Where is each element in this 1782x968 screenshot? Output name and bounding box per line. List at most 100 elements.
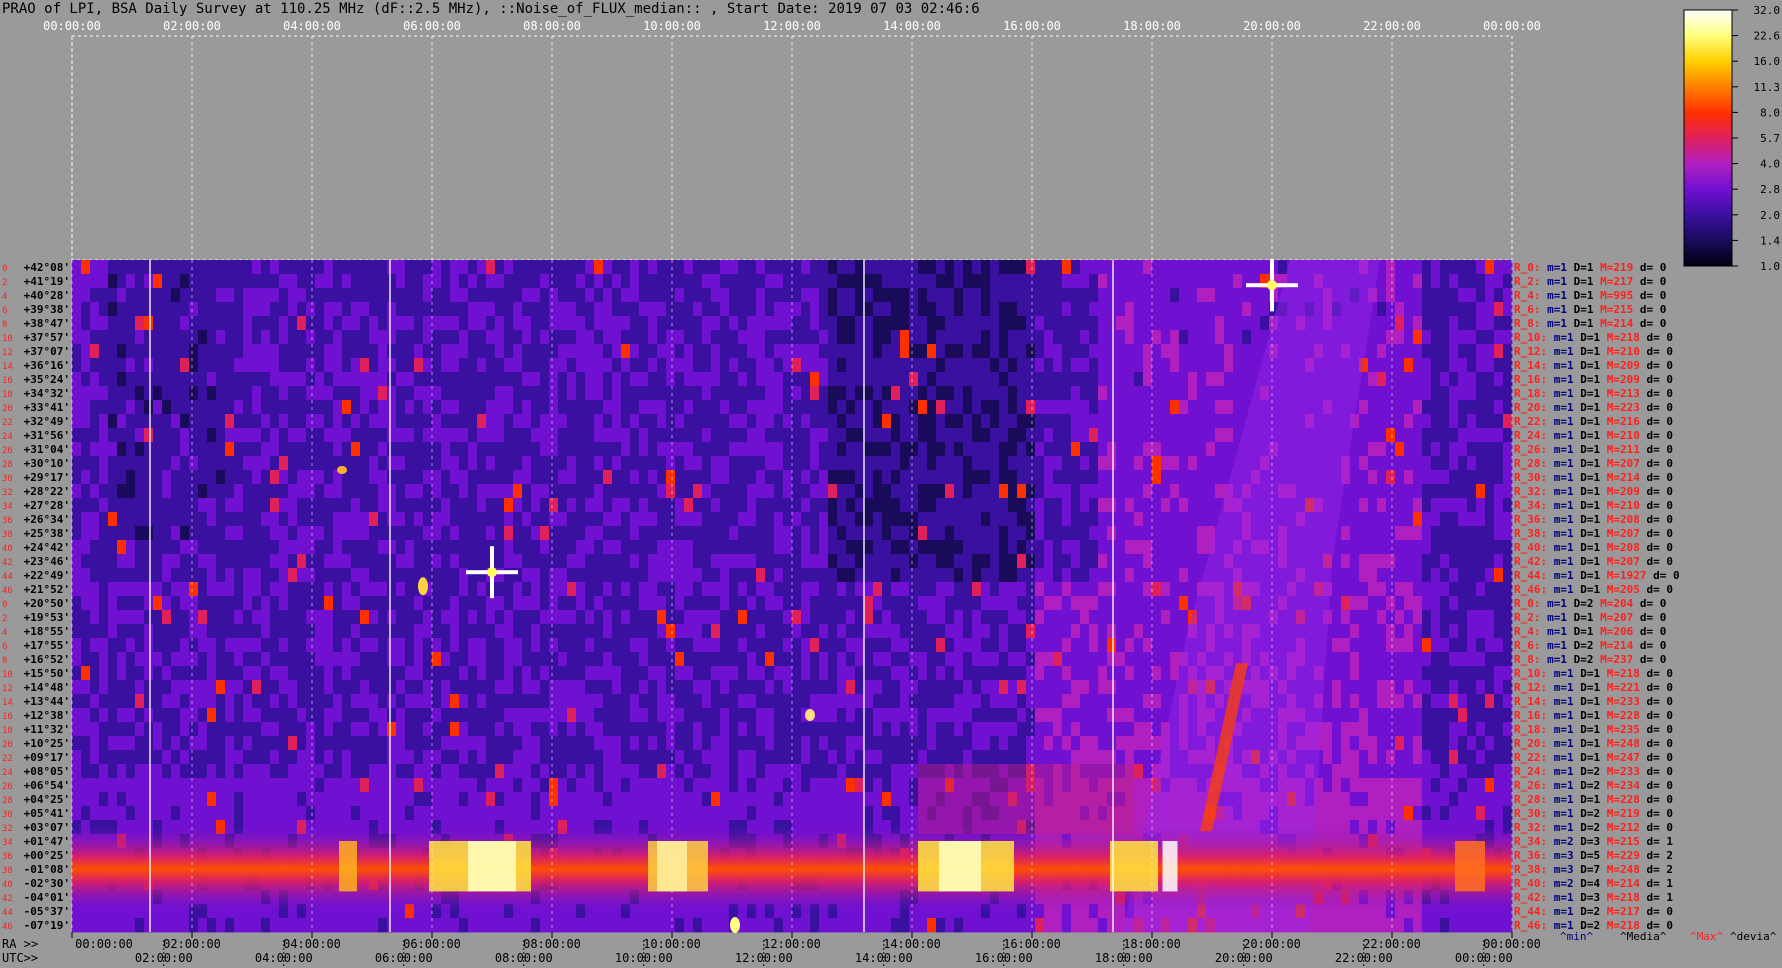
- heatmap-cell: [243, 624, 253, 639]
- heatmap-cell: [1053, 596, 1063, 611]
- heatmap-cell: [342, 316, 352, 331]
- heatmap-cell: [207, 344, 217, 359]
- heatmap-cell: [558, 372, 568, 387]
- heatmap-cell: [1080, 470, 1090, 485]
- heatmap-cell: [1143, 582, 1153, 597]
- heatmap-cell: [522, 274, 532, 289]
- heatmap-cell: [216, 344, 226, 359]
- heatmap-cell: [945, 344, 955, 359]
- heatmap-cell: [1449, 414, 1459, 429]
- heatmap-cell: [828, 596, 838, 611]
- heatmap-cell: [243, 260, 253, 275]
- heatmap-cell: [396, 470, 406, 485]
- heatmap-cell: [1017, 652, 1027, 667]
- heatmap-cell: [819, 414, 829, 429]
- heatmap-cell: [1080, 372, 1090, 387]
- heatmap-cell: [621, 610, 631, 625]
- heatmap-cell: [1080, 302, 1090, 317]
- heatmap-cell: [1476, 442, 1486, 457]
- heatmap-cell: [945, 428, 955, 443]
- heatmap-cell: [108, 596, 118, 611]
- heatmap-cell: [1143, 596, 1153, 611]
- heatmap-cell: [891, 596, 901, 611]
- heatmap-cell: [207, 526, 217, 541]
- heatmap-cell: [756, 428, 766, 443]
- heatmap-cell: [927, 512, 937, 527]
- heatmap-cell: [162, 624, 172, 639]
- heatmap-cell: [81, 358, 91, 373]
- heatmap-cell: [909, 610, 919, 625]
- heatmap-cell: [441, 344, 451, 359]
- heatmap-cell: [720, 274, 730, 289]
- heatmap-cell: [1503, 456, 1513, 471]
- heatmap-cell: [765, 596, 775, 611]
- heatmap-cell: [747, 568, 757, 583]
- heatmap-cell: [720, 568, 730, 583]
- heatmap-cell: [891, 260, 901, 275]
- heatmap-cell: [324, 498, 334, 513]
- heatmap-cell: [693, 316, 703, 331]
- heatmap-cell: [351, 666, 361, 681]
- heatmap-cell: [1125, 652, 1135, 667]
- heatmap-cell: [954, 288, 964, 303]
- heatmap-cell: [1449, 680, 1459, 695]
- heatmap-cell: [1476, 470, 1486, 485]
- heatmap-cell: [126, 526, 136, 541]
- heatmap-cell: [81, 596, 91, 611]
- heatmap-cell: [306, 610, 316, 625]
- heatmap-cell: [756, 484, 766, 499]
- heatmap-cell: [594, 400, 604, 415]
- heatmap-cell: [864, 358, 874, 373]
- heatmap-cell: [306, 540, 316, 555]
- heatmap-cell: [270, 456, 280, 471]
- heatmap-cell: [918, 568, 928, 583]
- heatmap-cell: [954, 386, 964, 401]
- heatmap-cell: [612, 358, 622, 373]
- heatmap-cell: [1008, 652, 1018, 667]
- heatmap-cell: [1368, 582, 1378, 597]
- heatmap-cell: [648, 498, 658, 513]
- heatmap-cell: [207, 302, 217, 317]
- heatmap-cell: [1197, 442, 1207, 457]
- heatmap-cell: [1341, 610, 1351, 625]
- heatmap-cell: [783, 372, 793, 387]
- heatmap-cell: [162, 302, 172, 317]
- heatmap-cell: [1242, 330, 1252, 345]
- heatmap-cell: [387, 274, 397, 289]
- heatmap-cell: [882, 470, 892, 485]
- heatmap-cell: [108, 526, 118, 541]
- heatmap-cell: [1332, 666, 1342, 681]
- heatmap-cell: [135, 386, 145, 401]
- heatmap-cell: [567, 456, 577, 471]
- heatmap-cell: [612, 484, 622, 499]
- heatmap-cell: [1251, 316, 1261, 331]
- heatmap-cell: [495, 638, 505, 653]
- heatmap-cell: [1179, 330, 1189, 345]
- heatmap-cell: [639, 288, 649, 303]
- heatmap-cell: [693, 330, 703, 345]
- heatmap-cell: [1053, 540, 1063, 555]
- heatmap-cell: [1125, 680, 1135, 695]
- heatmap-cell: [297, 694, 307, 709]
- heatmap-cell: [1134, 582, 1144, 597]
- heatmap-cell: [1053, 666, 1063, 681]
- heatmap-cell: [1089, 666, 1099, 681]
- heatmap-cell: [594, 610, 604, 625]
- heatmap-cell: [198, 386, 208, 401]
- heatmap-cell: [90, 638, 100, 653]
- heatmap-cell: [1341, 568, 1351, 583]
- heatmap-cell: [1350, 470, 1360, 485]
- heatmap-cell: [423, 316, 433, 331]
- heatmap-cell: [171, 428, 181, 443]
- heatmap-cell: [261, 274, 271, 289]
- heatmap-cell: [891, 652, 901, 667]
- heatmap-cell: [90, 526, 100, 541]
- heatmap-cell: [1413, 428, 1423, 443]
- heatmap-cell: [270, 694, 280, 709]
- heatmap-cell: [648, 358, 658, 373]
- heatmap-cell: [162, 638, 172, 653]
- heatmap-cell: [684, 372, 694, 387]
- heatmap-cell: [1458, 652, 1468, 667]
- heatmap-cell: [729, 358, 739, 373]
- heatmap-cell: [927, 442, 937, 457]
